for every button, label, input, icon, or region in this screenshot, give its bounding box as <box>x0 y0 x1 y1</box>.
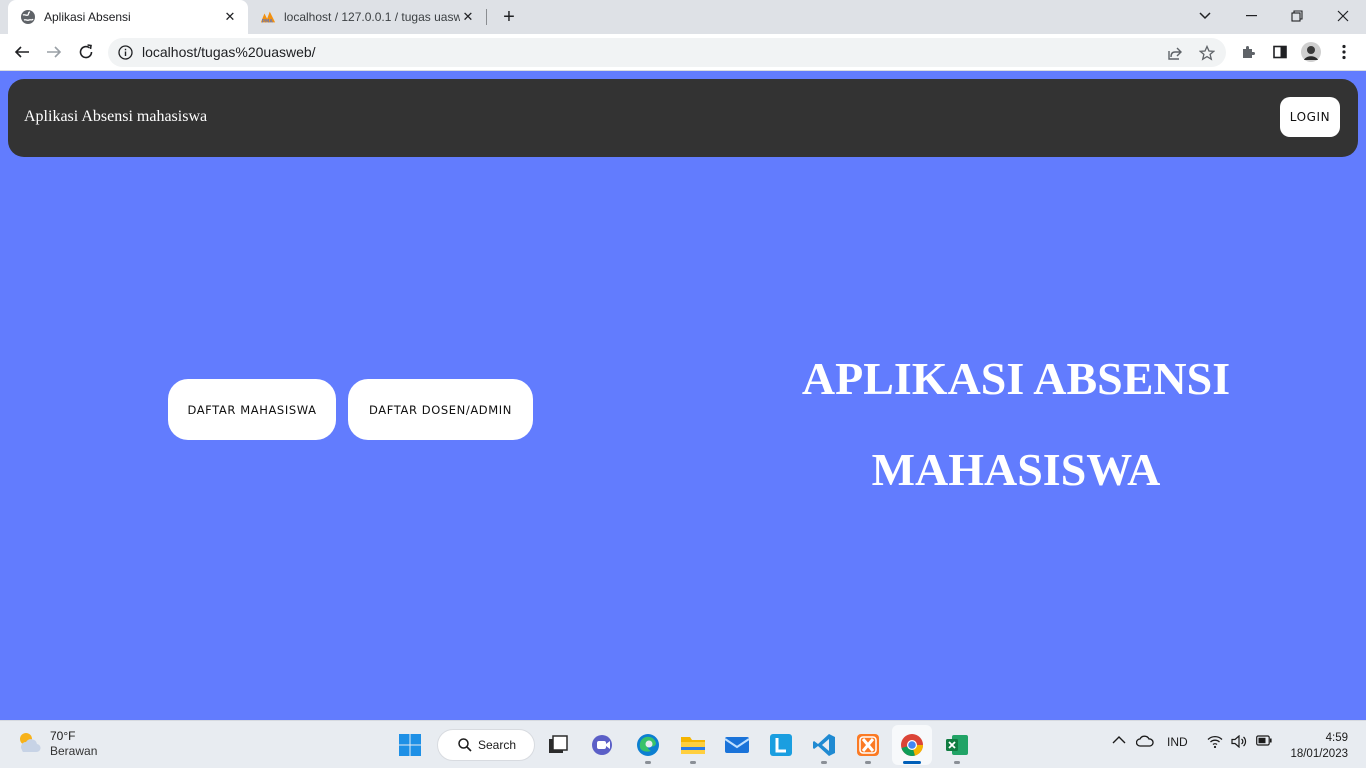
clock-time: 4:59 <box>1325 732 1348 744</box>
close-window-icon[interactable] <box>1321 0 1365 32</box>
close-tab-icon[interactable]: ✕ <box>222 9 238 25</box>
input-language[interactable]: IND <box>1167 735 1188 749</box>
show-hidden-icons-chevron-icon[interactable] <box>1112 735 1126 745</box>
site-info-icon[interactable] <box>118 45 133 60</box>
bookmark-star-icon[interactable] <box>1198 44 1216 62</box>
running-indicator <box>865 761 871 764</box>
login-button[interactable]: LOGIN <box>1280 97 1340 137</box>
site-brand[interactable]: Aplikasi Absensi mahasiswa <box>24 108 207 126</box>
wifi-icon[interactable] <box>1207 735 1223 748</box>
vscode-icon[interactable] <box>804 725 844 765</box>
share-icon[interactable] <box>1166 44 1184 62</box>
extensions-puzzle-icon[interactable] <box>1238 42 1258 62</box>
hero-line-1: APLIKASI ABSENSI <box>801 353 1231 404</box>
weather-condition: Berawan <box>50 744 98 758</box>
new-tab-icon[interactable]: + <box>498 6 520 28</box>
address-bar[interactable]: localhost/tugas%20uasweb/ <box>108 38 1226 67</box>
search-icon <box>458 738 472 752</box>
search-label: Search <box>478 738 517 752</box>
phpmyadmin-icon: PMA <box>260 9 276 25</box>
windows-taskbar: 70°F Berawan Search IND 4:59 18/01/2023 <box>0 720 1366 768</box>
volume-icon[interactable] <box>1231 735 1247 748</box>
tab-separator <box>486 9 487 25</box>
side-panel-icon[interactable] <box>1270 42 1290 62</box>
edge-icon[interactable] <box>628 725 668 765</box>
close-tab-icon[interactable]: ✕ <box>460 9 476 25</box>
running-indicator <box>903 761 921 764</box>
page-viewport: Aplikasi Absensi mahasiswa LOGIN DAFTAR … <box>0 71 1366 720</box>
excel-icon[interactable] <box>937 725 977 765</box>
tab-phpmyadmin[interactable]: PMA localhost / 127.0.0.1 / tugas uasw ✕ <box>250 0 486 34</box>
taskbar-search-box[interactable]: Search <box>437 729 535 761</box>
running-indicator <box>645 761 651 764</box>
xampp-icon[interactable] <box>848 725 888 765</box>
reload-icon[interactable] <box>72 38 100 66</box>
site-navbar: Aplikasi Absensi mahasiswa LOGIN <box>8 79 1358 157</box>
hero-heading: APLIKASI ABSENSI MAHASISWA <box>716 333 1316 515</box>
file-explorer-icon[interactable] <box>673 725 713 765</box>
weather-temperature: 70°F <box>50 729 76 743</box>
daftar-dosen-admin-button[interactable]: DAFTAR DOSEN/ADMIN <box>348 379 533 440</box>
globe-icon <box>20 9 36 25</box>
chrome-icon[interactable] <box>892 725 932 765</box>
running-indicator <box>690 761 696 764</box>
profile-avatar[interactable] <box>1301 42 1321 62</box>
mail-icon[interactable] <box>717 725 757 765</box>
meet-icon[interactable] <box>583 725 623 765</box>
daftar-mahasiswa-button[interactable]: DAFTAR MAHASISWA <box>168 379 336 440</box>
tab-title: localhost / 127.0.0.1 / tugas uasw <box>284 10 460 24</box>
forward-arrow-icon[interactable] <box>40 38 68 66</box>
tab-aplikasi-absensi[interactable]: Aplikasi Absensi ✕ <box>8 0 248 34</box>
l-app-icon[interactable] <box>761 725 801 765</box>
partly-cloudy-icon <box>16 730 42 759</box>
running-indicator <box>821 761 827 764</box>
battery-icon[interactable] <box>1256 735 1272 746</box>
start-icon[interactable] <box>390 725 430 765</box>
minimize-icon[interactable] <box>1229 0 1273 32</box>
back-arrow-icon[interactable] <box>8 38 36 66</box>
chrome-menu-icon[interactable] <box>1334 42 1354 62</box>
browser-toolbar: localhost/tugas%20uasweb/ <box>0 34 1366 71</box>
browser-tab-strip: Aplikasi Absensi ✕ PMA localhost / 127.0… <box>0 0 1366 34</box>
weather-widget[interactable]: 70°F Berawan <box>16 729 97 759</box>
hero-line-2: MAHASISWA <box>871 444 1161 495</box>
url-text: localhost/tugas%20uasweb/ <box>142 44 316 60</box>
onedrive-cloud-icon[interactable] <box>1136 735 1154 747</box>
tab-title: Aplikasi Absensi <box>44 10 131 24</box>
tab-search-chevron-icon[interactable] <box>1183 0 1227 32</box>
svg-text:PMA: PMA <box>262 18 274 24</box>
task-view-icon[interactable] <box>538 725 578 765</box>
running-indicator <box>954 761 960 764</box>
system-clock[interactable]: 4:59 18/01/2023 <box>1290 730 1348 762</box>
restore-icon[interactable] <box>1275 0 1319 32</box>
clock-date: 18/01/2023 <box>1290 748 1348 760</box>
